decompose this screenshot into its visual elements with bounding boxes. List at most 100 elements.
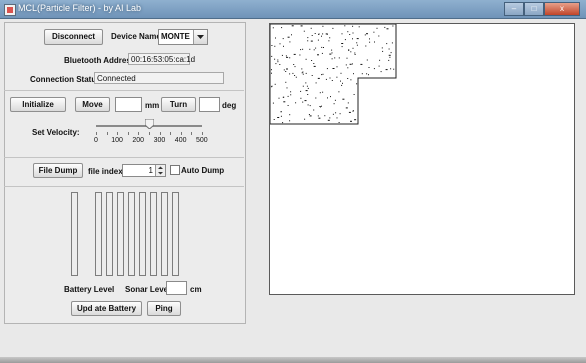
particle: [313, 63, 315, 64]
particle: [338, 57, 340, 59]
particle: [301, 68, 303, 70]
particle: [340, 80, 341, 82]
particle: [318, 33, 320, 35]
particle: [349, 63, 352, 65]
slider-tick-label: 100: [111, 137, 123, 144]
particle: [329, 37, 331, 39]
particle: [366, 33, 368, 35]
particle: [307, 104, 309, 106]
move-distance-input[interactable]: [115, 97, 142, 112]
particle: [388, 48, 390, 50]
particle: [300, 25, 303, 27]
particle: [278, 97, 280, 99]
slider-tick-label: 400: [174, 137, 187, 144]
auto-dump-label: Auto Dump: [181, 166, 225, 175]
file-dump-button[interactable]: File Dump: [33, 163, 83, 178]
particle: [272, 27, 274, 29]
particle: [279, 43, 281, 45]
update-battery-button[interactable]: Upd ate Battery: [71, 301, 142, 316]
disconnect-button[interactable]: Disconnect: [44, 29, 103, 45]
chevron-down-icon[interactable]: [193, 30, 207, 44]
particle: [378, 35, 380, 37]
particle: [285, 71, 287, 72]
slider-tick: [159, 132, 161, 135]
section-divider: [4, 157, 244, 158]
particle: [275, 37, 276, 39]
window-title: MCL(Particle Filter) - by AI Lab: [18, 3, 142, 13]
slider-ticks: [96, 132, 203, 136]
device-name-select[interactable]: MONTE: [158, 29, 208, 45]
particle: [334, 57, 336, 59]
particle: [307, 87, 309, 89]
particle: [273, 119, 275, 120]
particle: [286, 87, 288, 89]
app-icon: [4, 4, 16, 16]
turn-angle-input[interactable]: [199, 97, 220, 112]
sonar-level-bar: [117, 192, 124, 276]
particle: [331, 58, 333, 60]
particle: [345, 64, 347, 66]
particle: [339, 113, 341, 115]
velocity-slider[interactable]: [96, 118, 202, 130]
particle: [346, 57, 348, 59]
bt-address-field: 00:16:53:05:ca:1d: [128, 53, 195, 65]
particle: [365, 45, 367, 47]
slider-tick: [180, 132, 182, 135]
particle: [331, 49, 333, 51]
particle: [332, 68, 335, 69]
particle: [305, 72, 307, 74]
particle: [314, 33, 316, 34]
particle: [336, 66, 338, 68]
particle: [287, 36, 290, 38]
move-button[interactable]: Move: [75, 97, 110, 112]
particle: [295, 76, 297, 78]
ping-button[interactable]: Ping: [147, 301, 181, 316]
file-index-spinner[interactable]: 1: [122, 164, 166, 177]
particle: [361, 73, 363, 75]
cm-unit-label: cm: [190, 285, 202, 294]
particle-map-canvas[interactable]: [269, 23, 575, 295]
minimize-icon[interactable]: –: [504, 2, 524, 16]
particle: [360, 63, 363, 65]
particle: [350, 120, 352, 122]
device-name-value: MONTE: [161, 32, 190, 41]
particle: [301, 72, 303, 74]
particle: [352, 110, 354, 112]
particle: [347, 102, 349, 104]
file-index-label: file index: [88, 167, 123, 176]
turn-button[interactable]: Turn: [161, 97, 196, 112]
particle: [277, 117, 280, 118]
close-icon[interactable]: x: [544, 2, 580, 16]
maximize-icon[interactable]: □: [524, 2, 544, 16]
particle: [286, 56, 288, 58]
particle: [329, 77, 331, 79]
title-bar: MCL(Particle Filter) - by AI Lab – □ x: [0, 0, 586, 19]
particle: [350, 51, 352, 53]
map-wall-outline: [270, 24, 397, 125]
particle: [329, 53, 332, 55]
particle: [293, 53, 296, 55]
slider-tick-label: 500: [196, 137, 208, 144]
particle: [342, 82, 343, 84]
particle: [271, 55, 273, 57]
particle: [289, 57, 291, 59]
particle: [291, 25, 294, 27]
sonar-level-bar: [106, 192, 113, 276]
initialize-button[interactable]: Initialize: [10, 97, 66, 112]
particle: [294, 66, 296, 68]
particle: [319, 106, 321, 107]
bt-address-label: Bluetooth Address: [64, 56, 136, 65]
spinner-arrows-icon[interactable]: [155, 165, 165, 176]
slider-thumb[interactable]: [144, 118, 154, 130]
auto-dump-checkbox[interactable]: [170, 165, 180, 175]
particle: [317, 77, 320, 79]
slider-tick-labels: 0 100 200 300 400 500: [94, 137, 208, 147]
particle: [373, 31, 375, 33]
particle: [341, 43, 344, 44]
particle: [353, 94, 355, 95]
particle: [305, 58, 307, 60]
particle: [356, 42, 358, 44]
slider-tick-label: 300: [153, 137, 166, 144]
particle: [317, 54, 319, 56]
slider-tick-label: 0: [94, 137, 98, 144]
